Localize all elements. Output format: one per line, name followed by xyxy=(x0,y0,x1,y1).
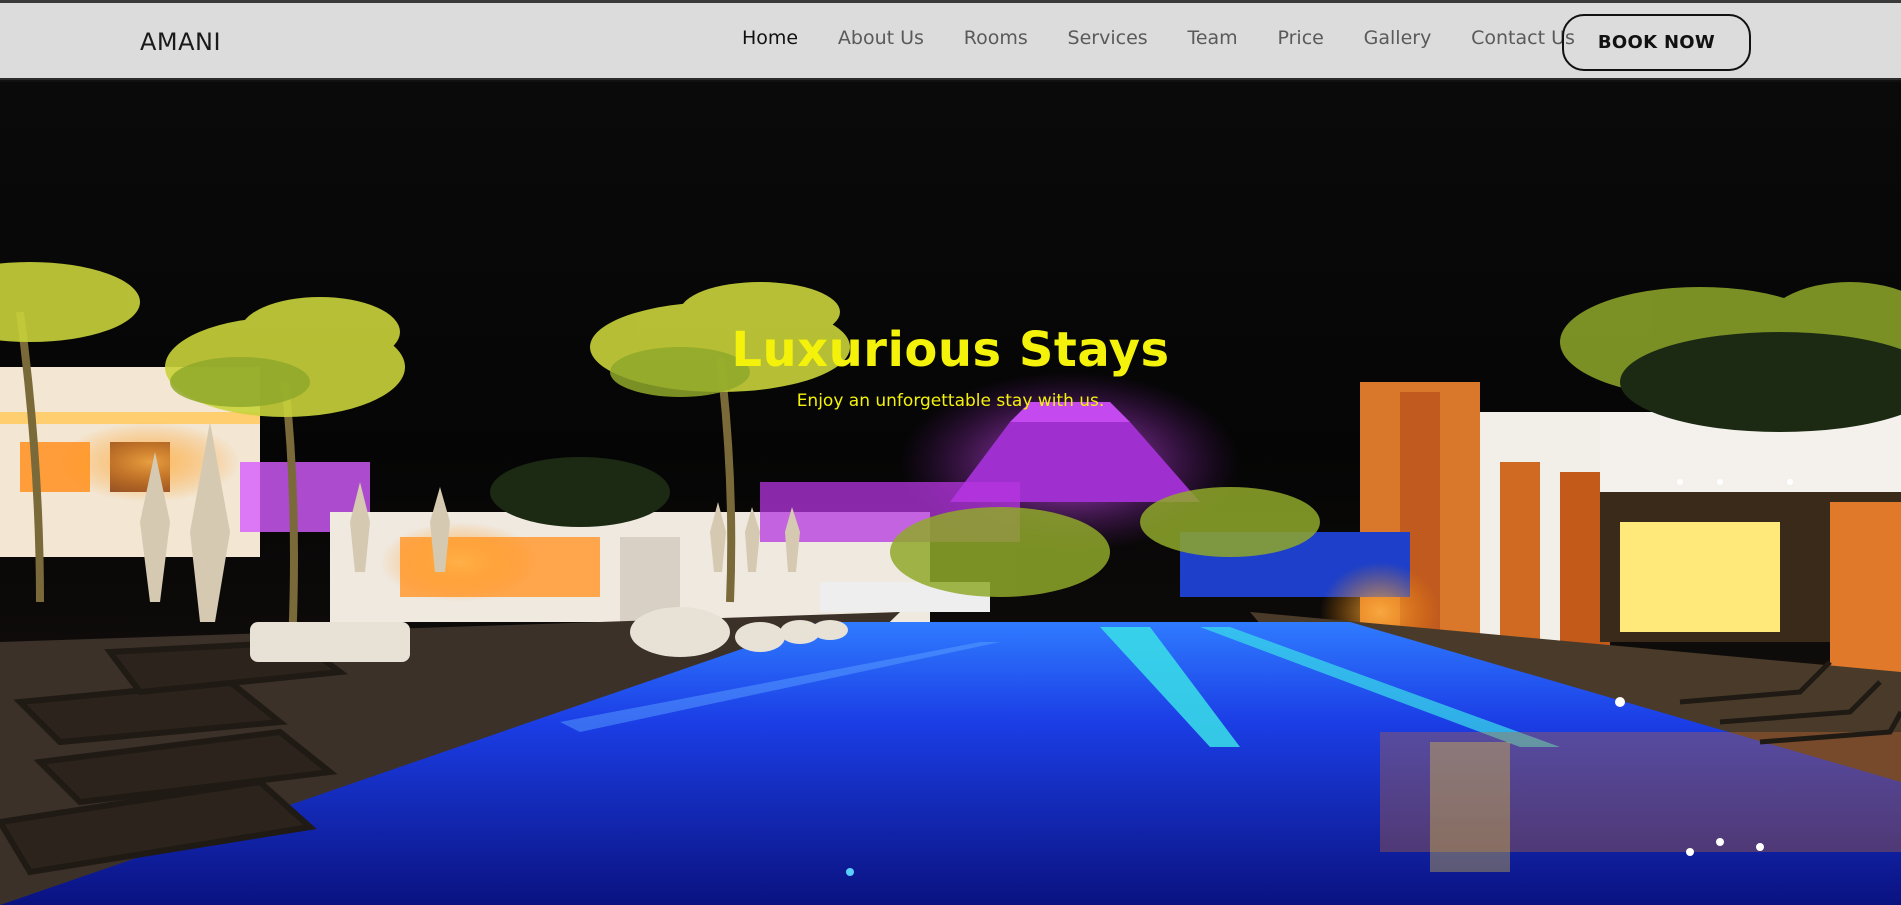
nav-link-rooms[interactable]: Rooms xyxy=(964,27,1028,49)
nav-link-contact-us[interactable]: Contact Us xyxy=(1471,27,1575,49)
hero-text-block: Luxurious Stays Enjoy an unforgettable s… xyxy=(0,322,1901,411)
brand-logo[interactable]: AMANI xyxy=(140,28,221,56)
hero-subtitle: Enjoy an unforgettable stay with us. xyxy=(796,391,1105,411)
nav-link-about-us[interactable]: About Us xyxy=(838,27,924,49)
navbar: AMANI Home About Us Rooms Services Team … xyxy=(0,3,1901,80)
nav-link-services[interactable]: Services xyxy=(1068,27,1148,49)
hero-title: Luxurious Stays xyxy=(731,322,1170,378)
nav-menu: Home About Us Rooms Services Team Price … xyxy=(742,27,1615,49)
hero-background-image xyxy=(0,82,1901,905)
nav-link-gallery[interactable]: Gallery xyxy=(1364,27,1432,49)
book-now-button[interactable]: BOOK NOW xyxy=(1562,14,1751,71)
nav-link-price[interactable]: Price xyxy=(1277,27,1323,49)
nav-link-home[interactable]: Home xyxy=(742,27,798,49)
hero-section: Luxurious Stays Enjoy an unforgettable s… xyxy=(0,82,1901,905)
nav-link-team[interactable]: Team xyxy=(1187,27,1237,49)
